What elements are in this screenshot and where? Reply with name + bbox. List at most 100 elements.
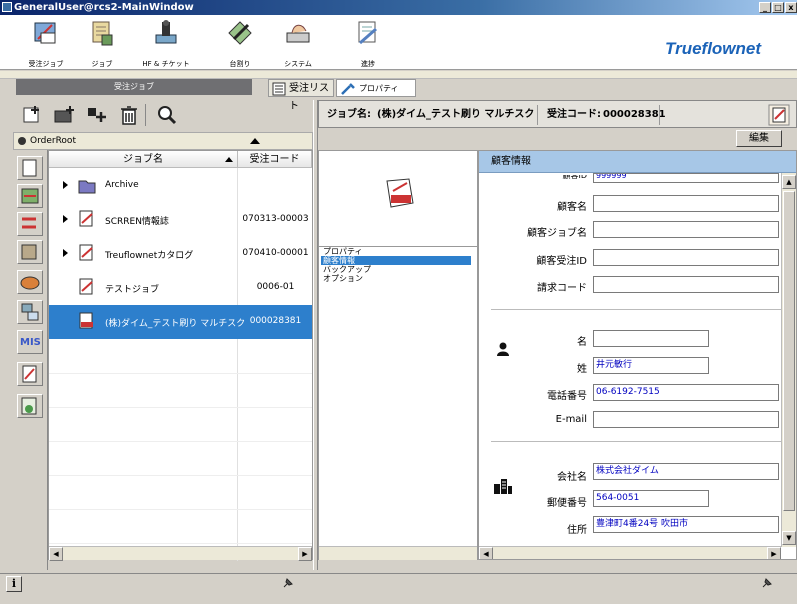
job-icon xyxy=(92,21,113,46)
toolbar-label: 受注ジョブ xyxy=(28,60,64,68)
progress-icon xyxy=(358,21,377,45)
first-name-field[interactable] xyxy=(593,330,709,347)
table-row-selected[interactable]: (株)ダイム_テスト刷り マルチスク 000028381 xyxy=(49,305,312,339)
billing-code-field[interactable] xyxy=(593,276,779,293)
close-button[interactable]: x xyxy=(785,2,797,13)
detail-horizontal-scrollbar[interactable]: ◀ ▶ xyxy=(479,546,781,559)
row-code: 070313-00003 xyxy=(242,214,309,224)
scroll-right-arrow[interactable]: ▶ xyxy=(767,547,781,559)
job-detail-icon[interactable] xyxy=(767,103,791,127)
collapse-arrow-icon[interactable] xyxy=(250,138,260,144)
pin-icon[interactable] xyxy=(760,576,774,590)
job-order-icon xyxy=(34,22,56,44)
phone-label: 電話番号 xyxy=(547,391,587,402)
nav-horizontal-scrollbar[interactable] xyxy=(319,546,477,560)
search-icon[interactable] xyxy=(155,104,179,126)
output-icon xyxy=(20,276,40,290)
address-field[interactable]: 豊津町4番24号 吹田市 xyxy=(593,516,779,533)
column-header-job-name[interactable]: ジョブ名 xyxy=(49,151,238,168)
sidebar-proof-button[interactable] xyxy=(17,362,43,386)
company-field[interactable]: 株式会社ダイム xyxy=(593,463,779,480)
nav-item-properties[interactable]: プロパティ xyxy=(321,247,471,256)
scroll-up-arrow[interactable]: ▲ xyxy=(782,175,796,189)
column-header-order-code[interactable]: 受注コード xyxy=(238,151,312,168)
sidebar-transfer-button[interactable] xyxy=(17,184,43,208)
convert-icon xyxy=(22,217,36,229)
column-header-label: ジョブ名 xyxy=(123,154,163,165)
sidebar-archive-button[interactable] xyxy=(17,394,43,418)
table-row-empty xyxy=(49,373,312,374)
nav-divider xyxy=(319,246,477,247)
customer-name-field[interactable] xyxy=(593,195,779,212)
table-row[interactable]: テストジョブ 0006-01 xyxy=(49,271,312,305)
order-code-label: 受注コード: xyxy=(547,109,601,120)
window-title: GeneralUser@rcs2-MainWindow xyxy=(14,2,194,13)
archive-icon xyxy=(21,397,37,415)
imposition-icon xyxy=(228,21,252,45)
sidebar-tools-button[interactable] xyxy=(17,240,43,264)
sidebar-output-button[interactable] xyxy=(17,270,43,294)
toolbar-progress-button[interactable]: 進捗 xyxy=(342,19,394,68)
expand-arrow-icon[interactable] xyxy=(63,181,68,189)
scroll-right-arrow[interactable]: ▶ xyxy=(298,547,312,561)
section-divider xyxy=(491,441,781,442)
edit-button[interactable]: 編集 xyxy=(736,130,782,147)
customer-order-id-field[interactable] xyxy=(593,249,779,266)
section-divider xyxy=(491,309,781,310)
sidebar-job-button[interactable] xyxy=(17,156,43,180)
row-name: Treuflownetカタログ xyxy=(105,251,194,261)
address-label: 住所 xyxy=(567,525,587,536)
sidebar-mis-button[interactable]: MIS xyxy=(17,330,43,354)
trash-icon[interactable] xyxy=(117,104,141,126)
table-row[interactable]: Treuflownetカタログ 070410-00001 xyxy=(49,237,312,271)
table-row-archive[interactable]: Archive xyxy=(49,169,312,203)
email-field[interactable] xyxy=(593,411,779,428)
scroll-down-arrow[interactable]: ▼ xyxy=(782,531,796,545)
section-header: 受注ジョブ xyxy=(16,79,252,95)
job-icon xyxy=(79,244,93,261)
expand-arrow-icon[interactable] xyxy=(63,215,68,223)
transfer-icon xyxy=(21,188,39,204)
customer-id-field[interactable]: 999999 xyxy=(593,173,779,183)
toolbar-system-button[interactable]: システム xyxy=(272,19,324,68)
toolbar-imposition-button[interactable]: 台割り xyxy=(214,19,266,68)
nav-item-options[interactable]: オプション xyxy=(321,274,471,283)
add-icon[interactable] xyxy=(85,104,109,126)
scroll-left-arrow[interactable]: ◀ xyxy=(479,547,493,559)
toolbar-job-order-button[interactable]: 受注ジョブ xyxy=(20,19,72,68)
table-horizontal-scrollbar[interactable]: ◀ ▶ xyxy=(49,546,312,561)
sidebar-network-button[interactable] xyxy=(17,300,43,324)
email-label: E-mail xyxy=(555,414,587,425)
new-folder-icon[interactable] xyxy=(53,104,77,126)
zip-field[interactable]: 564-0051 xyxy=(593,490,709,507)
info-icon[interactable]: i xyxy=(6,576,22,592)
detail-vertical-scrollbar[interactable]: ▲ ▼ xyxy=(781,173,796,547)
nav-item-customer-info[interactable]: 顧客情報 xyxy=(321,256,471,265)
minimize-button[interactable]: _ xyxy=(759,2,771,13)
customer-job-name-field[interactable] xyxy=(593,221,779,238)
root-icon xyxy=(18,137,26,145)
scroll-thumb[interactable] xyxy=(783,191,795,511)
toolbar-hotfolder-ticket-button[interactable]: HF & チケット xyxy=(140,19,192,68)
expand-arrow-icon[interactable] xyxy=(63,249,68,257)
toolbar-label: HF & チケット xyxy=(142,60,190,68)
table-row-empty xyxy=(49,509,312,510)
new-job-icon[interactable] xyxy=(21,104,45,126)
tree-root-header[interactable]: OrderRoot xyxy=(13,132,313,150)
tab-order-list[interactable]: 受注リスト xyxy=(268,79,334,112)
scroll-left-arrow[interactable]: ◀ xyxy=(49,547,63,561)
toolbar-job-button[interactable]: ジョブ xyxy=(76,19,128,68)
phone-field[interactable]: 06-6192-7515 xyxy=(593,384,779,401)
header-divider xyxy=(659,105,660,125)
row-name: (株)ダイム_テスト刷り マルチスク xyxy=(105,319,246,329)
customer-detail-panel: 顧客情報 顧客ID 999999 顧客名 顧客ジョブ名 顧客受注ID 請求コード… xyxy=(478,150,797,560)
zip-label: 郵便番号 xyxy=(547,498,587,509)
table-row[interactable]: SCRREN情報誌 070313-00003 xyxy=(49,203,312,237)
last-name-field[interactable]: 井元敏行 xyxy=(593,357,709,374)
nav-item-backup[interactable]: バックアップ xyxy=(321,265,471,274)
sidebar-convert-button[interactable] xyxy=(17,212,43,236)
job-table: ジョブ名 受注コード Archive SCRREN情報誌 070313-0000… xyxy=(48,150,313,561)
tab-properties[interactable]: プロパティ xyxy=(336,79,416,97)
pin-icon[interactable] xyxy=(281,576,295,590)
maximize-button[interactable]: □ xyxy=(772,2,784,13)
